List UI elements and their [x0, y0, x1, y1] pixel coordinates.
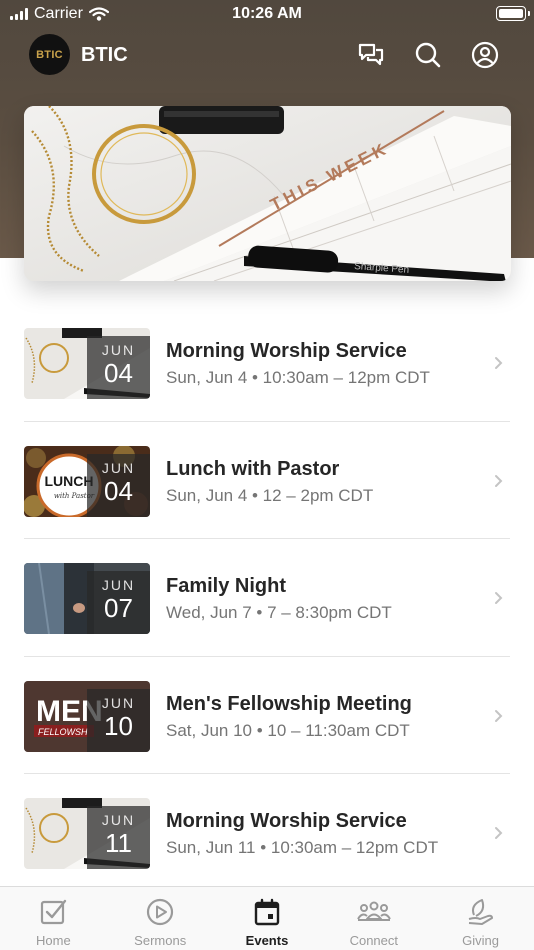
- event-title: Lunch with Pastor: [166, 457, 340, 480]
- events-list: JUN 04 Morning Worship Service Sun, Jun …: [0, 304, 534, 892]
- event-title: Men's Fellowship Meeting: [166, 692, 412, 715]
- chevron-right-icon: [495, 709, 503, 722]
- event-row[interactable]: JUN 04 Morning Worship Service Sun, Jun …: [24, 304, 510, 422]
- search-icon[interactable]: [413, 40, 443, 70]
- date-badge: JUN 07: [87, 571, 150, 634]
- event-datetime: Sat, Jun 10 • 10 – 11:30am CDT: [166, 720, 410, 740]
- event-datetime: Sun, Jun 4 • 10:30am – 12pm CDT: [166, 368, 430, 387]
- event-row[interactable]: JUN 11 Morning Worship Service Sun, Jun …: [24, 774, 510, 892]
- battery-icon: [496, 6, 526, 21]
- calendar-icon: [254, 898, 280, 926]
- status-time: 10:26 AM: [232, 5, 302, 22]
- event-datetime: Wed, Jun 7 • 7 – 8:30pm CDT: [166, 603, 392, 622]
- date-badge: JUN 11: [87, 806, 150, 869]
- chevron-right-icon: [495, 474, 503, 487]
- hero-image: THIS WEEK Sharpie Pen: [24, 106, 511, 281]
- svg-text:FELLOWSH: FELLOWSH: [38, 727, 88, 737]
- event-title: Family Night: [166, 575, 287, 597]
- checkbox-icon: [41, 899, 67, 925]
- date-badge: JUN 04: [87, 453, 150, 517]
- chevron-right-icon: [495, 827, 503, 839]
- tab-bar: Home Sermons Events Connect Giving: [0, 886, 534, 950]
- chevron-right-icon: [495, 357, 503, 369]
- event-title: Morning Worship Service: [166, 810, 407, 832]
- chevron-right-icon: [495, 592, 503, 604]
- event-thumbnail: JUN 07: [24, 563, 150, 634]
- event-thumbnail: MEN FELLOWSH JUN 10: [24, 680, 150, 752]
- profile-icon[interactable]: [470, 40, 500, 70]
- tab-events[interactable]: Events: [214, 887, 321, 950]
- tab-giving[interactable]: Giving: [427, 887, 534, 950]
- event-datetime: Sun, Jun 4 • 12 – 2pm CDT: [166, 485, 374, 505]
- play-circle-icon: [147, 898, 174, 926]
- hero-banner[interactable]: THIS WEEK Sharpie Pen: [24, 106, 511, 281]
- messages-icon[interactable]: [356, 40, 386, 70]
- event-thumbnail: JUN 11: [24, 798, 150, 869]
- event-thumbnail: JUN 04: [24, 328, 150, 399]
- event-title: Morning Worship Service: [166, 340, 407, 362]
- event-datetime: Sun, Jun 11 • 10:30am – 12pm CDT: [166, 838, 439, 857]
- app-name: BTIC: [81, 44, 128, 66]
- app-logo[interactable]: BTIC: [29, 34, 70, 75]
- date-badge: JUN 04: [87, 336, 150, 399]
- status-bar: Carrier 10:26 AM: [0, 0, 534, 28]
- leaf-hand-icon: [468, 899, 493, 925]
- event-row[interactable]: LUNCH with Pastor JUN 04 Lunch with Past…: [24, 422, 510, 539]
- event-row[interactable]: JUN 07 Family Night Wed, Jun 7 • 7 – 8:3…: [24, 539, 510, 657]
- date-badge: JUN 10: [87, 688, 150, 752]
- tab-sermons[interactable]: Sermons: [107, 887, 214, 950]
- app-bar: BTIC BTIC: [0, 28, 534, 82]
- event-thumbnail: LUNCH with Pastor JUN 04: [24, 445, 150, 517]
- tab-connect[interactable]: Connect: [320, 887, 427, 950]
- event-row[interactable]: MEN FELLOWSH JUN 10 Men's Fellowship Mee…: [24, 657, 510, 774]
- people-icon: [356, 901, 391, 921]
- tab-home[interactable]: Home: [0, 887, 107, 950]
